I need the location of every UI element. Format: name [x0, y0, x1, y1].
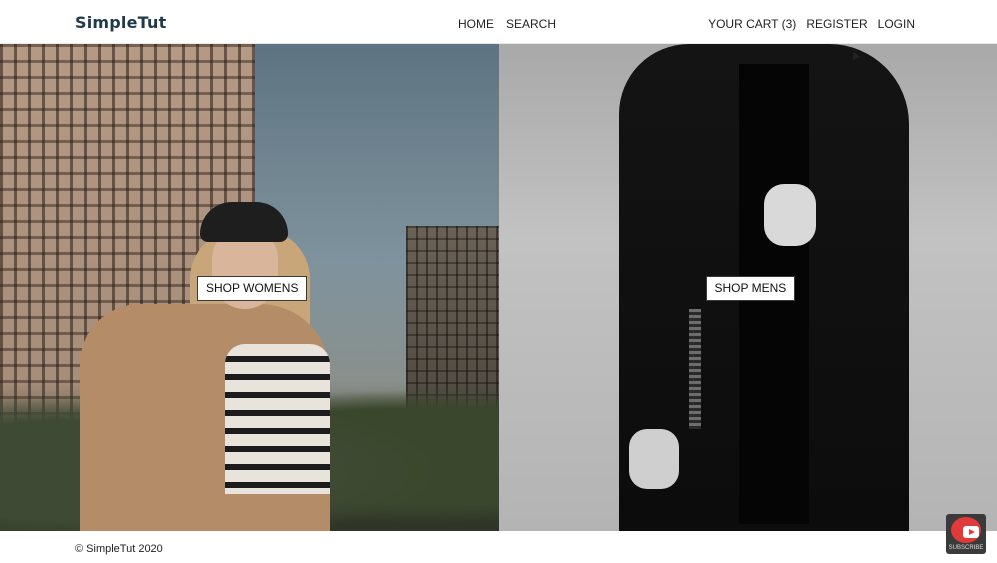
youtube-icon	[951, 517, 981, 543]
account-nav: YOUR CART (3) REGISTER LOGIN	[708, 17, 915, 31]
subscribe-label: SUBSCRIBE	[948, 545, 984, 551]
cart-link[interactable]: YOUR CART (3)	[708, 17, 796, 31]
model-cap	[200, 202, 288, 242]
mens-panel[interactable]: SHOP MENS	[498, 44, 997, 531]
main-nav: HOME SEARCH	[458, 17, 556, 31]
shop-womens-button[interactable]: SHOP WOMENS	[197, 276, 308, 301]
nav-search-link[interactable]: SEARCH	[506, 17, 556, 31]
model-sweater	[225, 344, 330, 494]
youtube-subscribe-badge[interactable]: SUBSCRIBE	[946, 514, 986, 554]
model-hand	[763, 184, 816, 246]
hero-section: SHOP WOMENS SHOP MENS	[0, 44, 997, 531]
womens-panel[interactable]: SHOP WOMENS	[0, 44, 499, 531]
shop-mens-button[interactable]: SHOP MENS	[705, 276, 796, 301]
site-logo[interactable]: SimpleTut	[75, 13, 166, 32]
login-link[interactable]: LOGIN	[878, 17, 915, 31]
model-hand	[628, 429, 679, 489]
coat-patch	[688, 309, 701, 429]
site-header: SimpleTut HOME SEARCH YOUR CART (3) REGI…	[0, 0, 997, 44]
copyright-text: © SimpleTut 2020	[75, 543, 163, 555]
play-icon	[963, 526, 979, 538]
site-footer: © SimpleTut 2020	[0, 531, 997, 563]
register-link[interactable]: REGISTER	[806, 17, 867, 31]
nav-home-link[interactable]: HOME	[458, 17, 494, 31]
